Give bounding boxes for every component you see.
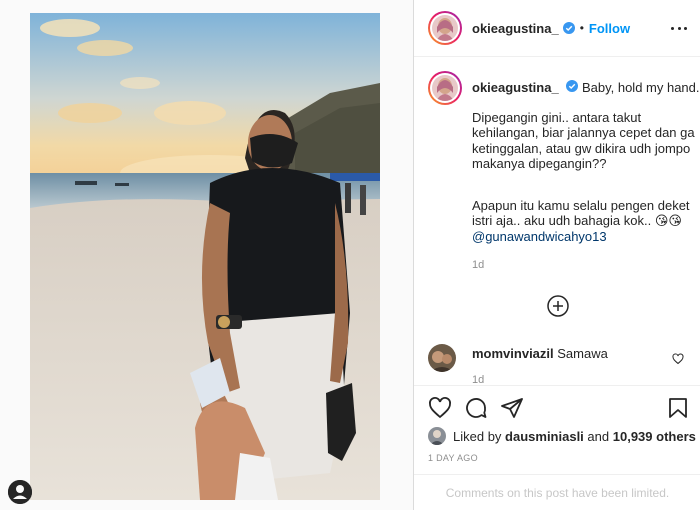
photo-panel [0, 0, 413, 510]
caption-timestamp[interactable]: 1d [472, 258, 697, 274]
share-button[interactable] [500, 396, 524, 420]
save-button[interactable] [666, 396, 690, 420]
comment-item: momvinviazil Samawa 1d [428, 344, 690, 385]
caption-username[interactable]: okieagustina_ [472, 80, 559, 95]
caption-title: Baby, hold my hand.. [581, 80, 700, 95]
liker-photo-icon [428, 427, 446, 445]
comment-timestamp[interactable]: 1d [472, 374, 484, 385]
post-header: okieagustina_ • Follow [414, 0, 700, 57]
post-date[interactable]: 1 DAY AGO [428, 453, 478, 463]
likes-joiner: and [587, 428, 610, 444]
share-icon [501, 398, 523, 418]
comments-section: okieagustina_ Baby, hold my hand.. Dipeg… [414, 57, 700, 385]
follow-button[interactable]: Follow [589, 21, 630, 36]
like-button[interactable] [428, 396, 452, 420]
comment-body: Samawa [557, 346, 608, 361]
liker-username[interactable]: dausminiasli [505, 429, 584, 444]
caption-emoji: 😘😘 [654, 213, 682, 228]
liker-avatar[interactable] [428, 427, 446, 445]
author-photo-icon [432, 75, 458, 101]
author-username[interactable]: okieagustina_ [472, 21, 559, 36]
verified-badge-icon [562, 22, 575, 34]
caption-paragraph-1: Dipegangin gini.. antara takut kehilanga… [472, 109, 695, 172]
likes-summary: Liked by dausminiasli and 10,939 others [428, 427, 696, 445]
heart-icon[interactable] [672, 353, 684, 365]
commenter-avatar[interactable] [428, 344, 456, 372]
bookmark-icon [669, 398, 687, 418]
viewer-avatar[interactable] [8, 480, 32, 504]
more-options-icon[interactable] [671, 20, 687, 36]
author-photo-icon [432, 15, 458, 41]
likes-count[interactable]: 10,939 others [613, 429, 696, 444]
caption-paragraph-2: Apapun itu kamu selalu pengen deket istr… [472, 198, 697, 245]
action-bar [428, 396, 690, 420]
separator-dot: • [579, 21, 584, 35]
caption-author-avatar[interactable] [428, 71, 462, 105]
user-silhouette-icon [8, 480, 32, 504]
post-photo[interactable] [30, 13, 380, 500]
likes-prefix: Liked by [453, 428, 502, 444]
caption-text: okieagustina_ Baby, hold my hand.. Dipeg… [472, 75, 700, 274]
add-circle-icon[interactable] [547, 295, 569, 317]
beach-photo-image [30, 13, 380, 500]
comment-text: momvinviazil Samawa [472, 346, 608, 361]
comments-limited-notice: Comments on this post have been limited. [414, 474, 700, 510]
mention-link[interactable]: @gunawandwicahyo13 [472, 229, 607, 244]
verified-badge-icon [566, 80, 579, 92]
comment-button[interactable] [464, 396, 488, 420]
author-avatar[interactable] [428, 11, 462, 45]
post-sidebar: okieagustina_ • Follow okieagustina_ Bab… [413, 0, 700, 510]
commenter-username[interactable]: momvinviazil [472, 346, 554, 361]
commenter-photo-icon [428, 344, 456, 372]
heart-icon [429, 397, 451, 419]
comment-icon [466, 398, 487, 418]
